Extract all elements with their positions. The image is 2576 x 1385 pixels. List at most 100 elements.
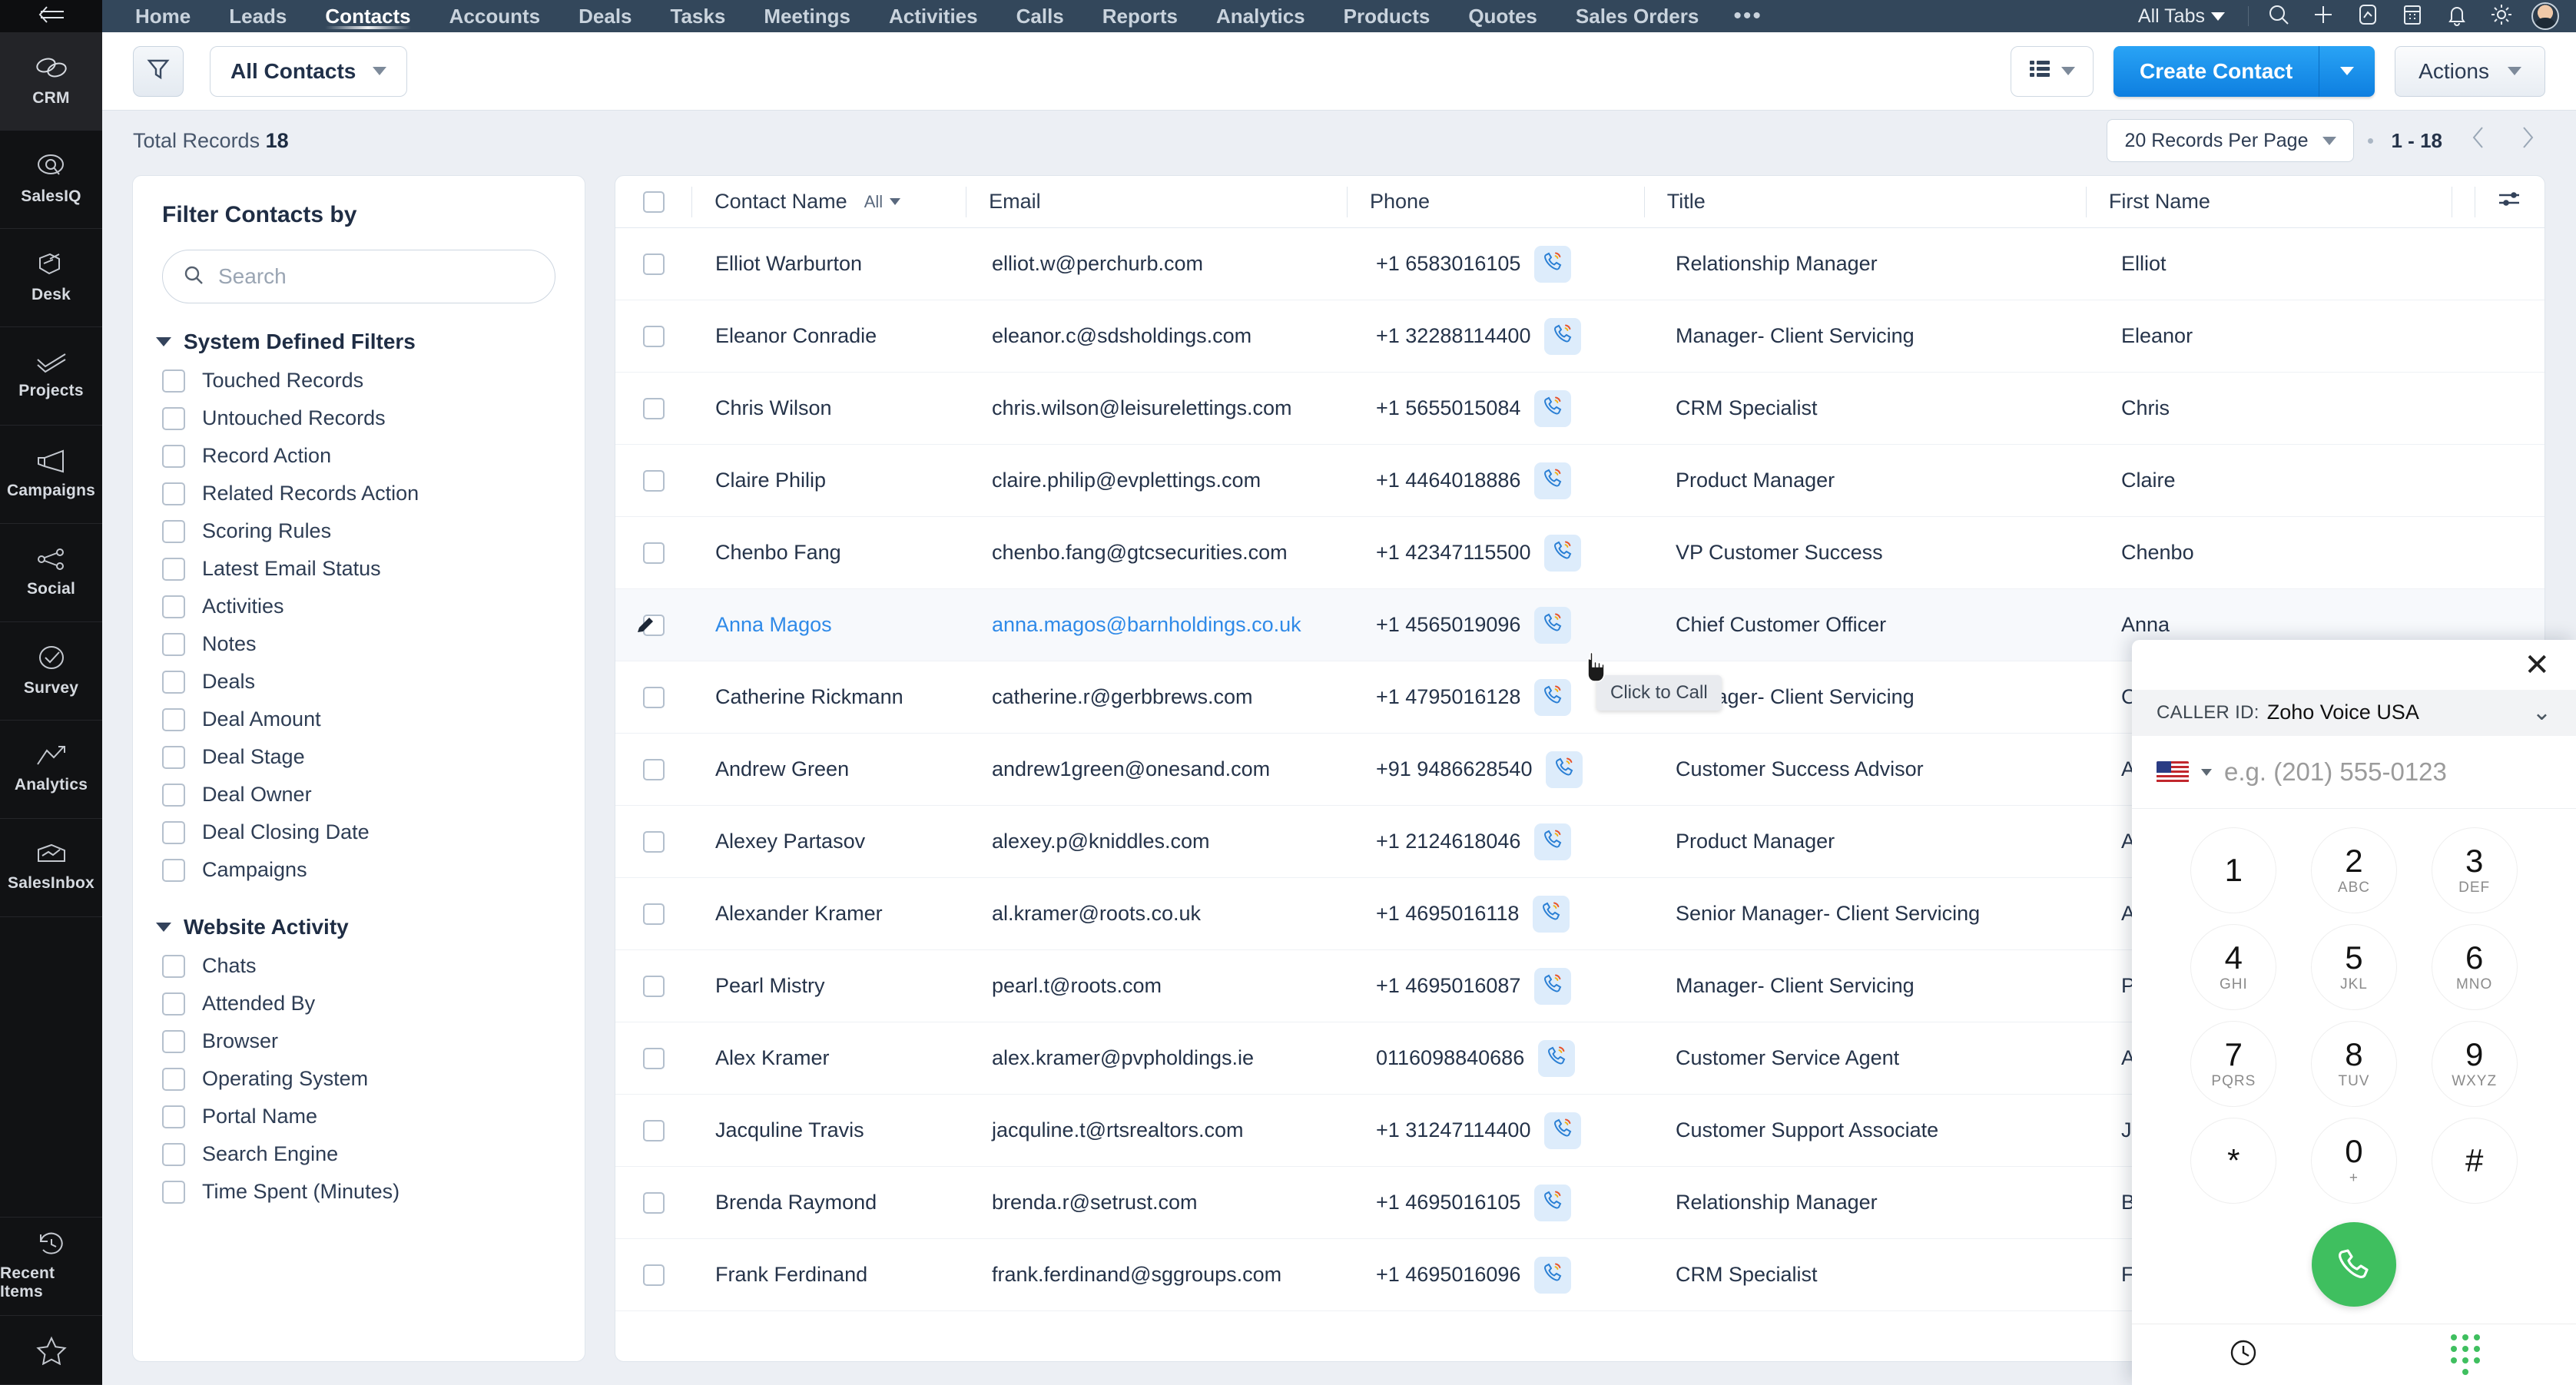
column-header-email[interactable]: Email	[966, 176, 1347, 228]
checkbox[interactable]	[162, 595, 185, 618]
filter-item-latest-email-status[interactable]: Latest Email Status	[133, 550, 585, 588]
cell-contact-name[interactable]: Catherine Rickmann	[692, 661, 969, 734]
tab-analytics[interactable]: Analytics	[1197, 0, 1324, 32]
checkbox[interactable]	[162, 671, 185, 694]
filter-search-input[interactable]	[218, 264, 535, 289]
calendar-button[interactable]	[2390, 0, 2435, 32]
tab-meetings[interactable]: Meetings	[744, 0, 870, 32]
rail-item-projects[interactable]: Projects	[0, 327, 102, 426]
click-to-call-button[interactable]	[1546, 751, 1583, 788]
call-history-button[interactable]	[2132, 1338, 2354, 1371]
checkbox[interactable]	[162, 992, 185, 1016]
filter-item-touched-records[interactable]: Touched Records	[133, 362, 585, 399]
click-to-call-button[interactable]	[1534, 607, 1571, 644]
table-row[interactable]: Eleanor Conradieeleanor.c@sdsholdings.co…	[615, 300, 2545, 373]
rail-item-favorites[interactable]	[0, 1316, 102, 1385]
checkbox[interactable]	[162, 369, 185, 393]
tab-contacts[interactable]: Contacts	[306, 0, 429, 32]
keypad-button[interactable]	[2354, 1334, 2576, 1375]
cell-email[interactable]: jacquline.t@rtsrealtors.com	[969, 1095, 1353, 1167]
dial-key-8[interactable]: 8TUV	[2311, 1021, 2397, 1107]
row-checkbox[interactable]	[643, 831, 665, 853]
filter-item-campaigns[interactable]: Campaigns	[133, 851, 585, 889]
click-to-call-button[interactable]	[1534, 1185, 1571, 1221]
click-to-call-button[interactable]	[1538, 1040, 1575, 1077]
dial-key-7[interactable]: 7PQRS	[2190, 1021, 2276, 1107]
column-header-first-name[interactable]: First Name	[2086, 176, 2452, 228]
rail-item-crm[interactable]: CRM	[0, 32, 102, 131]
row-checkbox[interactable]	[643, 1120, 665, 1141]
column-header-title[interactable]: Title	[1644, 176, 2086, 228]
cell-contact-name[interactable]: Chris Wilson	[692, 373, 969, 445]
cell-email[interactable]: chenbo.fang@gtcsecurities.com	[969, 517, 1353, 589]
click-to-call-button[interactable]	[1533, 896, 1570, 933]
filter-item-operating-system[interactable]: Operating System	[133, 1060, 585, 1098]
filter-group-system-defined[interactable]: System Defined Filters	[133, 303, 585, 362]
click-to-call-button[interactable]	[1534, 462, 1571, 499]
click-to-call-button[interactable]	[1544, 1112, 1581, 1149]
checkbox[interactable]	[162, 1143, 185, 1166]
more-tabs-button[interactable]: •••	[1718, 5, 1778, 28]
tab-sales-orders[interactable]: Sales Orders	[1557, 0, 1718, 32]
name-filter-dropdown[interactable]: All	[864, 192, 900, 212]
filter-item-deal-closing-date[interactable]: Deal Closing Date	[133, 813, 585, 851]
filter-item-notes[interactable]: Notes	[133, 625, 585, 663]
rail-item-recent-items[interactable]: Recent Items	[0, 1218, 102, 1316]
dial-key-2[interactable]: 2ABC	[2311, 827, 2397, 913]
dial-key-hash[interactable]: #	[2432, 1118, 2518, 1204]
checkbox[interactable]	[162, 558, 185, 581]
cell-contact-name[interactable]: Alexey Partasov	[692, 806, 969, 878]
filter-item-deal-stage[interactable]: Deal Stage	[133, 738, 585, 776]
cell-contact-name[interactable]: Brenda Raymond	[692, 1167, 969, 1239]
filter-item-search-engine[interactable]: Search Engine	[133, 1135, 585, 1173]
rail-item-salesiq[interactable]: SalesIQ	[0, 131, 102, 229]
cell-email[interactable]: eleanor.c@sdsholdings.com	[969, 300, 1353, 373]
settings-button[interactable]	[2479, 0, 2524, 32]
list-view-button[interactable]	[2011, 46, 2094, 97]
filter-search-box[interactable]	[162, 250, 555, 303]
notifications-button[interactable]	[2435, 0, 2479, 32]
rail-item-analytics[interactable]: Analytics	[0, 721, 102, 819]
dial-key-9[interactable]: 9WXYZ	[2432, 1021, 2518, 1107]
filter-item-browser[interactable]: Browser	[133, 1022, 585, 1060]
actions-button[interactable]: Actions	[2395, 46, 2545, 97]
checkbox[interactable]	[162, 445, 185, 468]
cell-contact-name[interactable]: Frank Ferdinand	[692, 1239, 969, 1311]
checkbox[interactable]	[162, 482, 185, 505]
cell-email[interactable]: anna.magos@barnholdings.co.uk	[969, 589, 1353, 661]
cell-email[interactable]: andrew1green@onesand.com	[969, 734, 1353, 806]
country-dropdown-caret-icon[interactable]	[2201, 769, 2212, 776]
filter-toggle-button[interactable]	[133, 46, 184, 97]
collapse-sidebar-button[interactable]	[0, 0, 102, 32]
tab-accounts[interactable]: Accounts	[430, 0, 559, 32]
tab-activities[interactable]: Activities	[870, 0, 997, 32]
cell-email[interactable]: pearl.t@roots.com	[969, 950, 1353, 1022]
close-icon[interactable]: ✕	[2524, 650, 2550, 681]
filter-item-time-spent[interactable]: Time Spent (Minutes)	[133, 1173, 585, 1211]
filter-item-untouched-records[interactable]: Untouched Records	[133, 399, 585, 437]
filter-item-deals[interactable]: Deals	[133, 663, 585, 701]
column-header-contact-name[interactable]: Contact Name All	[691, 176, 966, 228]
tab-home[interactable]: Home	[116, 0, 210, 32]
table-row[interactable]: Claire Philipclaire.philip@evplettings.c…	[615, 445, 2545, 517]
filter-item-deal-owner[interactable]: Deal Owner	[133, 776, 585, 813]
table-row[interactable]: Chris Wilsonchris.wilson@leisurelettings…	[615, 373, 2545, 445]
search-button[interactable]	[2256, 0, 2301, 32]
tab-products[interactable]: Products	[1324, 0, 1450, 32]
dial-key-0[interactable]: 0+	[2311, 1118, 2397, 1204]
cell-contact-name[interactable]: Alexander Kramer	[692, 878, 969, 950]
cell-contact-name[interactable]: Chenbo Fang	[692, 517, 969, 589]
row-checkbox[interactable]	[643, 253, 665, 275]
dialer-number-input-row[interactable]: e.g. (201) 555-0123	[2132, 736, 2576, 810]
tab-deals[interactable]: Deals	[559, 0, 651, 32]
row-checkbox[interactable]	[643, 687, 665, 708]
dial-key-6[interactable]: 6MNO	[2432, 924, 2518, 1010]
row-checkbox[interactable]	[643, 326, 665, 347]
filter-item-deal-amount[interactable]: Deal Amount	[133, 701, 585, 738]
checkbox[interactable]	[162, 1068, 185, 1091]
filter-item-record-action[interactable]: Record Action	[133, 437, 585, 475]
select-all-checkbox[interactable]	[643, 191, 665, 213]
cell-contact-name[interactable]: Jacquline Travis	[692, 1095, 969, 1167]
row-checkbox[interactable]	[643, 1264, 665, 1286]
cell-email[interactable]: chris.wilson@leisurelettings.com	[969, 373, 1353, 445]
